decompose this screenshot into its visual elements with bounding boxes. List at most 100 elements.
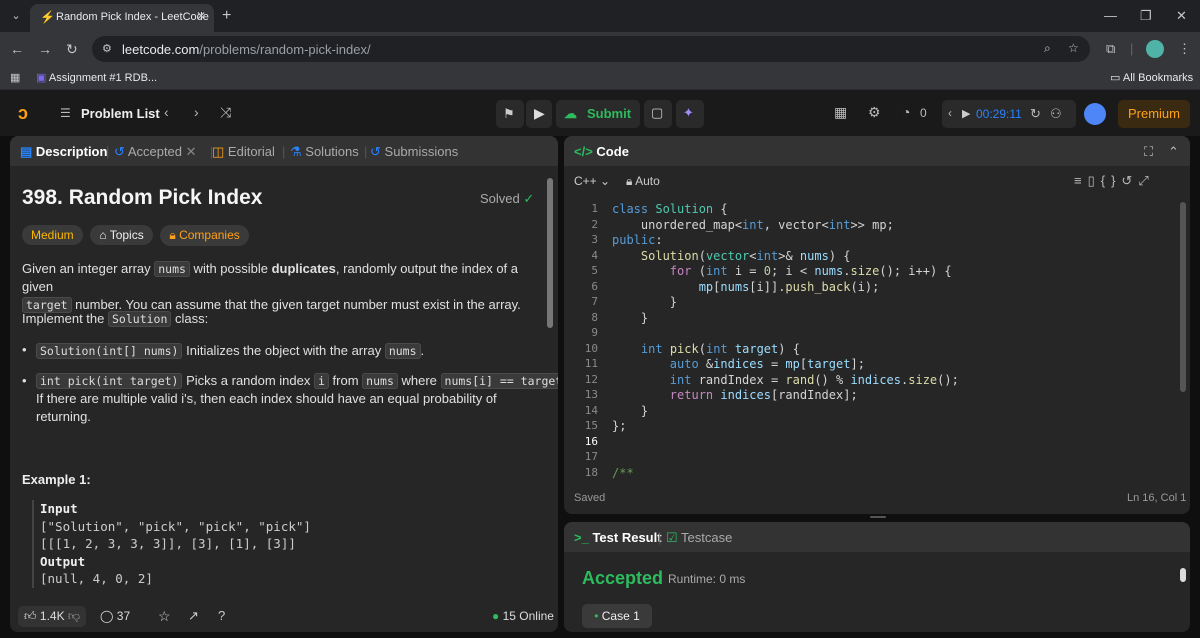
tab-editorial[interactable]: ◫ Editorial xyxy=(212,144,275,160)
result-scrollbar-thumb[interactable] xyxy=(1180,568,1186,582)
bookmark-star-icon[interactable]: ☆ xyxy=(1068,41,1079,55)
editor-toolbar[interactable]: ≡▯{}↺⤢ xyxy=(1074,173,1155,189)
scrollbar-thumb[interactable] xyxy=(547,178,553,328)
play-icon: ▶ xyxy=(534,105,545,121)
code-line: } xyxy=(612,403,649,418)
leetcode-header: ↄ ☰ Problem List ‹ › ⤨ ⚑ ▶ ☁ Submit ▢ ✦ … xyxy=(0,90,1200,136)
bookmark-icon: ▣ xyxy=(36,72,47,84)
case-1-button[interactable]: • Case 1 xyxy=(582,604,652,628)
run-button[interactable]: ▶ xyxy=(526,100,552,128)
problem-list-link[interactable]: Problem List xyxy=(81,106,160,121)
close-window-icon[interactable]: ✕ xyxy=(1176,8,1187,24)
new-tab-icon[interactable]: + xyxy=(222,7,231,25)
chevron-left-icon[interactable]: ‹ xyxy=(948,106,952,120)
code-editor[interactable]: 1 2 3 4 5 6 7 8 9 10 11 12 13 14 15 16 1… xyxy=(564,200,1190,480)
restore-icon[interactable]: ❐ xyxy=(1140,8,1152,24)
auto-mode[interactable]: 🔒︎ Auto xyxy=(626,174,660,189)
close-icon[interactable]: ✕ xyxy=(186,144,197,159)
tab-testcase[interactable]: ☑ Testcase xyxy=(666,530,732,546)
apps-icon[interactable]: ▦ xyxy=(10,71,20,84)
minimize-icon[interactable]: — xyxy=(1104,8,1117,23)
url-text: leetcode.com/problems/random-pick-index/ xyxy=(122,42,371,57)
add-user-icon[interactable]: ⚇ xyxy=(1050,106,1062,122)
topics-button[interactable]: ⌂ Topics xyxy=(90,225,153,245)
zoom-icon[interactable]: ⌕ xyxy=(1044,41,1051,56)
debug-button[interactable]: ⚑ xyxy=(496,100,524,128)
thumbs-down-icon[interactable]: 👎︎ xyxy=(68,609,80,623)
panel-splitter[interactable] xyxy=(870,516,886,518)
description-tabs: ▤ Description | ↺ Accepted ✕ | ◫ Editori… xyxy=(10,136,558,166)
chevron-right-icon[interactable]: › xyxy=(194,104,199,120)
ai-button[interactable]: ✦ xyxy=(676,100,704,128)
tab-submissions[interactable]: ↺ Submissions xyxy=(370,144,458,160)
maximize-icon[interactable]: ⛶ xyxy=(1144,144,1153,160)
companies-button[interactable]: 🔒︎ Companies xyxy=(160,225,249,246)
menu-icon[interactable]: ⋮ xyxy=(1178,41,1191,57)
comments-button[interactable]: ◯ 37 xyxy=(100,609,130,623)
browser-tab[interactable]: ⚡ Random Pick Index - LeetCode ✕ xyxy=(30,4,214,32)
scrollbar[interactable] xyxy=(547,172,553,592)
code-line: unordered_map<int, vector<int>> mp; xyxy=(612,217,894,232)
code-line: }; xyxy=(612,419,627,433)
result-scrollbar[interactable] xyxy=(1180,554,1186,628)
tab-close-icon[interactable]: ✕ xyxy=(196,9,206,23)
address-bar[interactable]: ⚙ leetcode.com/problems/random-pick-inde… xyxy=(92,36,1090,62)
gear-icon[interactable]: ⚙ xyxy=(868,104,881,121)
site-info-icon[interactable]: ⚙ xyxy=(102,42,112,55)
like-button[interactable]: 👍︎ 1.4K 👎︎ xyxy=(18,606,87,627)
reset-icon[interactable]: ↻ xyxy=(1030,106,1041,122)
streak-icon[interactable]: ◔ xyxy=(902,104,910,120)
profile-avatar[interactable] xyxy=(1146,40,1164,58)
reload-icon[interactable]: ↻ xyxy=(66,41,78,58)
premium-button[interactable]: Premium xyxy=(1118,100,1190,128)
note-button[interactable]: ▢ xyxy=(644,100,672,128)
chevron-left-icon[interactable]: ‹ xyxy=(164,104,169,120)
star-icon[interactable]: ☆ xyxy=(158,608,171,625)
tab-test-result[interactable]: >_ Test Result xyxy=(574,530,662,545)
lock-icon: 🔒︎ xyxy=(626,174,633,188)
language-select[interactable]: C++ ⌄ xyxy=(574,174,610,188)
forward-icon[interactable]: → xyxy=(38,41,52,57)
shuffle-icon[interactable]: ⤨ xyxy=(220,104,231,121)
tab-search-icon[interactable]: ⌄ xyxy=(8,8,24,24)
divider: | xyxy=(106,144,110,159)
tab-title: Random Pick Index - LeetCode xyxy=(56,11,209,23)
code-line: /** xyxy=(612,465,634,480)
editor-scrollbar[interactable] xyxy=(1180,202,1186,392)
editor-scrollbar-thumb[interactable] xyxy=(1180,202,1186,392)
bookmarks-bar: ▦ ▣ Assignment #1 RDB... ▭ All Bookmarks xyxy=(0,66,1200,90)
problem-title[interactable]: 398. Random Pick Index xyxy=(22,186,262,210)
description-footer: 👍︎ 1.4K 👎︎ ◯ 37 ☆ ↗ ? ● 15 Online xyxy=(10,598,558,632)
play-icon[interactable]: ▶ xyxy=(962,107,970,120)
problem-description: Given an integer array nums with possibl… xyxy=(22,261,521,313)
all-bookmarks[interactable]: ▭ All Bookmarks xyxy=(1110,71,1193,84)
leetcode-logo-icon[interactable]: ↄ xyxy=(18,103,38,123)
leetcode-favicon-icon: ⚡ xyxy=(40,10,55,24)
bullet-pick: • int pick(int target) Picks a random in… xyxy=(22,372,558,426)
online-count: ● 15 Online xyxy=(492,609,554,623)
collapse-icon[interactable]: ⌃ xyxy=(1168,144,1179,160)
tab-description[interactable]: ▤ Description xyxy=(20,144,107,160)
tab-accepted[interactable]: ↺ Accepted ✕ xyxy=(114,144,197,160)
tab-solutions[interactable]: ⚗ Solutions xyxy=(290,144,359,160)
extensions-icon[interactable]: ⧉ xyxy=(1106,41,1115,57)
upload-cloud-icon: ☁ xyxy=(564,106,577,121)
flask-icon: ⚗ xyxy=(290,144,302,159)
bookmark-item[interactable]: ▣ Assignment #1 RDB... xyxy=(36,71,157,84)
submit-button[interactable]: ☁ Submit xyxy=(556,100,640,128)
timer-value: 00:29:11 xyxy=(976,107,1022,121)
avatar[interactable] xyxy=(1084,103,1106,125)
tag-row: Medium ⌂ Topics 🔒︎ Companies xyxy=(22,225,249,246)
share-icon[interactable]: ↗ xyxy=(188,608,199,624)
comment-icon: ◯ xyxy=(100,609,114,623)
help-icon[interactable]: ? xyxy=(218,608,225,623)
browser-nav-bar: ← → ↻ ⚙ leetcode.com/problems/random-pic… xyxy=(0,32,1200,66)
code-line: return indices[randIndex]; xyxy=(669,388,858,402)
online-dot-icon: ● xyxy=(492,609,500,623)
divider: | xyxy=(282,144,286,159)
code-line: auto &indices = mp[target]; xyxy=(669,357,865,371)
timer[interactable]: ‹ ▶ 00:29:11 ↻ ⚇ xyxy=(942,100,1076,128)
back-icon[interactable]: ← xyxy=(10,41,24,57)
result-tabs: >_ Test Result | ☑ Testcase xyxy=(564,522,1190,552)
layout-icon[interactable]: ▦ xyxy=(834,104,847,121)
